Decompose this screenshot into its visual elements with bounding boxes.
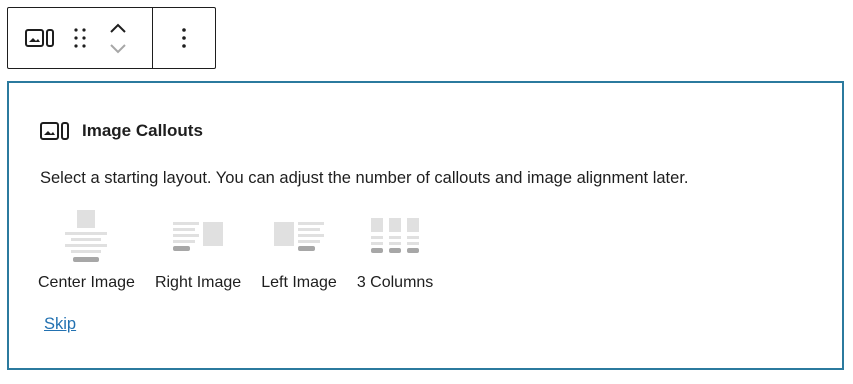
layout-3-columns-icon — [369, 208, 421, 264]
layout-option-right-image[interactable]: Right Image — [155, 208, 241, 292]
block-title: Image Callouts — [40, 120, 203, 142]
layout-left-image-icon — [273, 208, 325, 264]
block-mover — [100, 8, 136, 68]
toolbar-group-main — [8, 8, 153, 68]
layout-option-label: Right Image — [154, 274, 242, 291]
drag-handle-icon — [74, 28, 86, 48]
layout-option-3-columns[interactable]: 3 Columns — [357, 208, 433, 292]
layout-options: Center Image Right Image Left Image 3 Co… — [38, 208, 453, 292]
layout-option-left-image[interactable]: Left Image — [261, 208, 337, 292]
image-callout-icon — [25, 29, 54, 47]
chevron-down-icon — [110, 44, 126, 54]
skip-link[interactable]: Skip — [44, 315, 76, 334]
layout-option-center-image[interactable]: Center Image — [38, 208, 135, 292]
drag-handle-button[interactable] — [60, 8, 100, 68]
layout-option-label: Center Image — [38, 274, 135, 291]
more-vertical-icon — [182, 28, 186, 48]
move-down-button[interactable] — [109, 38, 127, 58]
move-up-button[interactable] — [109, 18, 127, 38]
chevron-up-icon — [110, 23, 126, 33]
layout-right-image-icon — [172, 208, 224, 264]
more-options-button[interactable] — [153, 8, 215, 68]
block-instructions: Select a starting layout. You can adjust… — [40, 169, 689, 187]
block-toolbar — [7, 7, 216, 69]
layout-option-label: Left Image — [261, 274, 337, 291]
block-placeholder: Image Callouts Select a starting layout.… — [7, 81, 844, 370]
block-title-label: Image Callouts — [82, 121, 203, 140]
block-type-button[interactable] — [24, 8, 56, 68]
layout-option-label: 3 Columns — [356, 274, 434, 291]
image-callout-icon — [40, 120, 70, 142]
layout-center-image-icon — [63, 208, 109, 264]
